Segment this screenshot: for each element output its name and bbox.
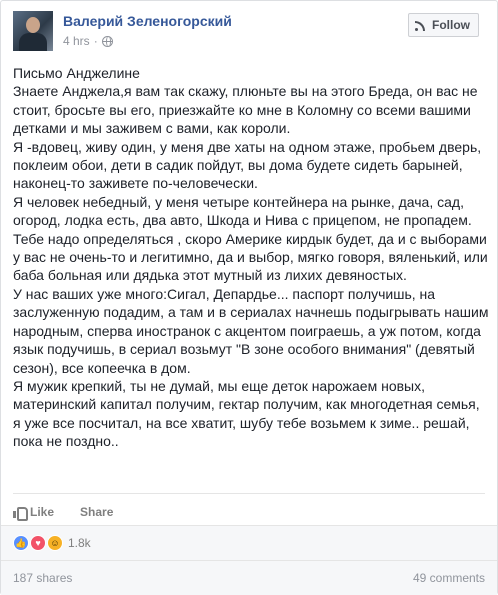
- avatar-face: [26, 17, 40, 33]
- post-actions: Like Share: [13, 493, 485, 523]
- post-meta: 4 hrs ·: [63, 34, 113, 48]
- post-paragraph: Знаете Анджела,я вам так скажу, плюньте …: [13, 83, 478, 137]
- follow-button[interactable]: Follow: [408, 13, 479, 37]
- haha-icon: ☺: [47, 535, 63, 551]
- thumbs-up-icon: [13, 506, 28, 521]
- follow-label: Follow: [432, 18, 470, 32]
- avatar[interactable]: [13, 11, 53, 51]
- rss-icon: [415, 19, 427, 31]
- share-label: Share: [80, 504, 114, 519]
- post-paragraph: Я -вдовец, живу один, у меня две хаты на…: [13, 138, 482, 192]
- post-paragraph: Письмо Анджелине: [13, 65, 140, 81]
- reactions-count: 1.8k: [68, 536, 91, 550]
- post-text: Письмо Анджелине Знаете Анджела,я вам та…: [13, 64, 489, 451]
- comments-count[interactable]: 49 comments: [413, 571, 485, 586]
- share-button[interactable]: Share: [80, 500, 113, 523]
- like-label: Like: [30, 504, 55, 519]
- post-time[interactable]: 4 hrs: [63, 34, 90, 48]
- post-paragraph: Я мужик крепкий, ты не думай, мы еще дет…: [13, 377, 480, 450]
- avatar-body: [19, 33, 47, 51]
- facebook-post-card: Валерий Зеленогорский 4 hrs · Follow Пис…: [0, 0, 498, 595]
- author-name[interactable]: Валерий Зеленогорский: [63, 13, 232, 29]
- love-icon: ♥: [30, 535, 46, 551]
- meta-separator: ·: [93, 34, 98, 48]
- post-paragraph: Я человек небедный, у меня четыре контей…: [13, 193, 488, 284]
- post-paragraph: У нас ваших уже много:Сигал, Депардье...…: [13, 285, 489, 376]
- post-footer: 187 shares 49 comments: [1, 560, 497, 595]
- like-button[interactable]: Like: [13, 500, 54, 523]
- reactions-summary[interactable]: 👍 ♥ ☺ 1.8k: [1, 525, 497, 560]
- post-header: Валерий Зеленогорский 4 hrs · Follow: [13, 11, 487, 51]
- globe-icon[interactable]: [101, 35, 113, 47]
- like-icon: 👍: [13, 535, 29, 551]
- shares-count[interactable]: 187 shares: [13, 571, 72, 586]
